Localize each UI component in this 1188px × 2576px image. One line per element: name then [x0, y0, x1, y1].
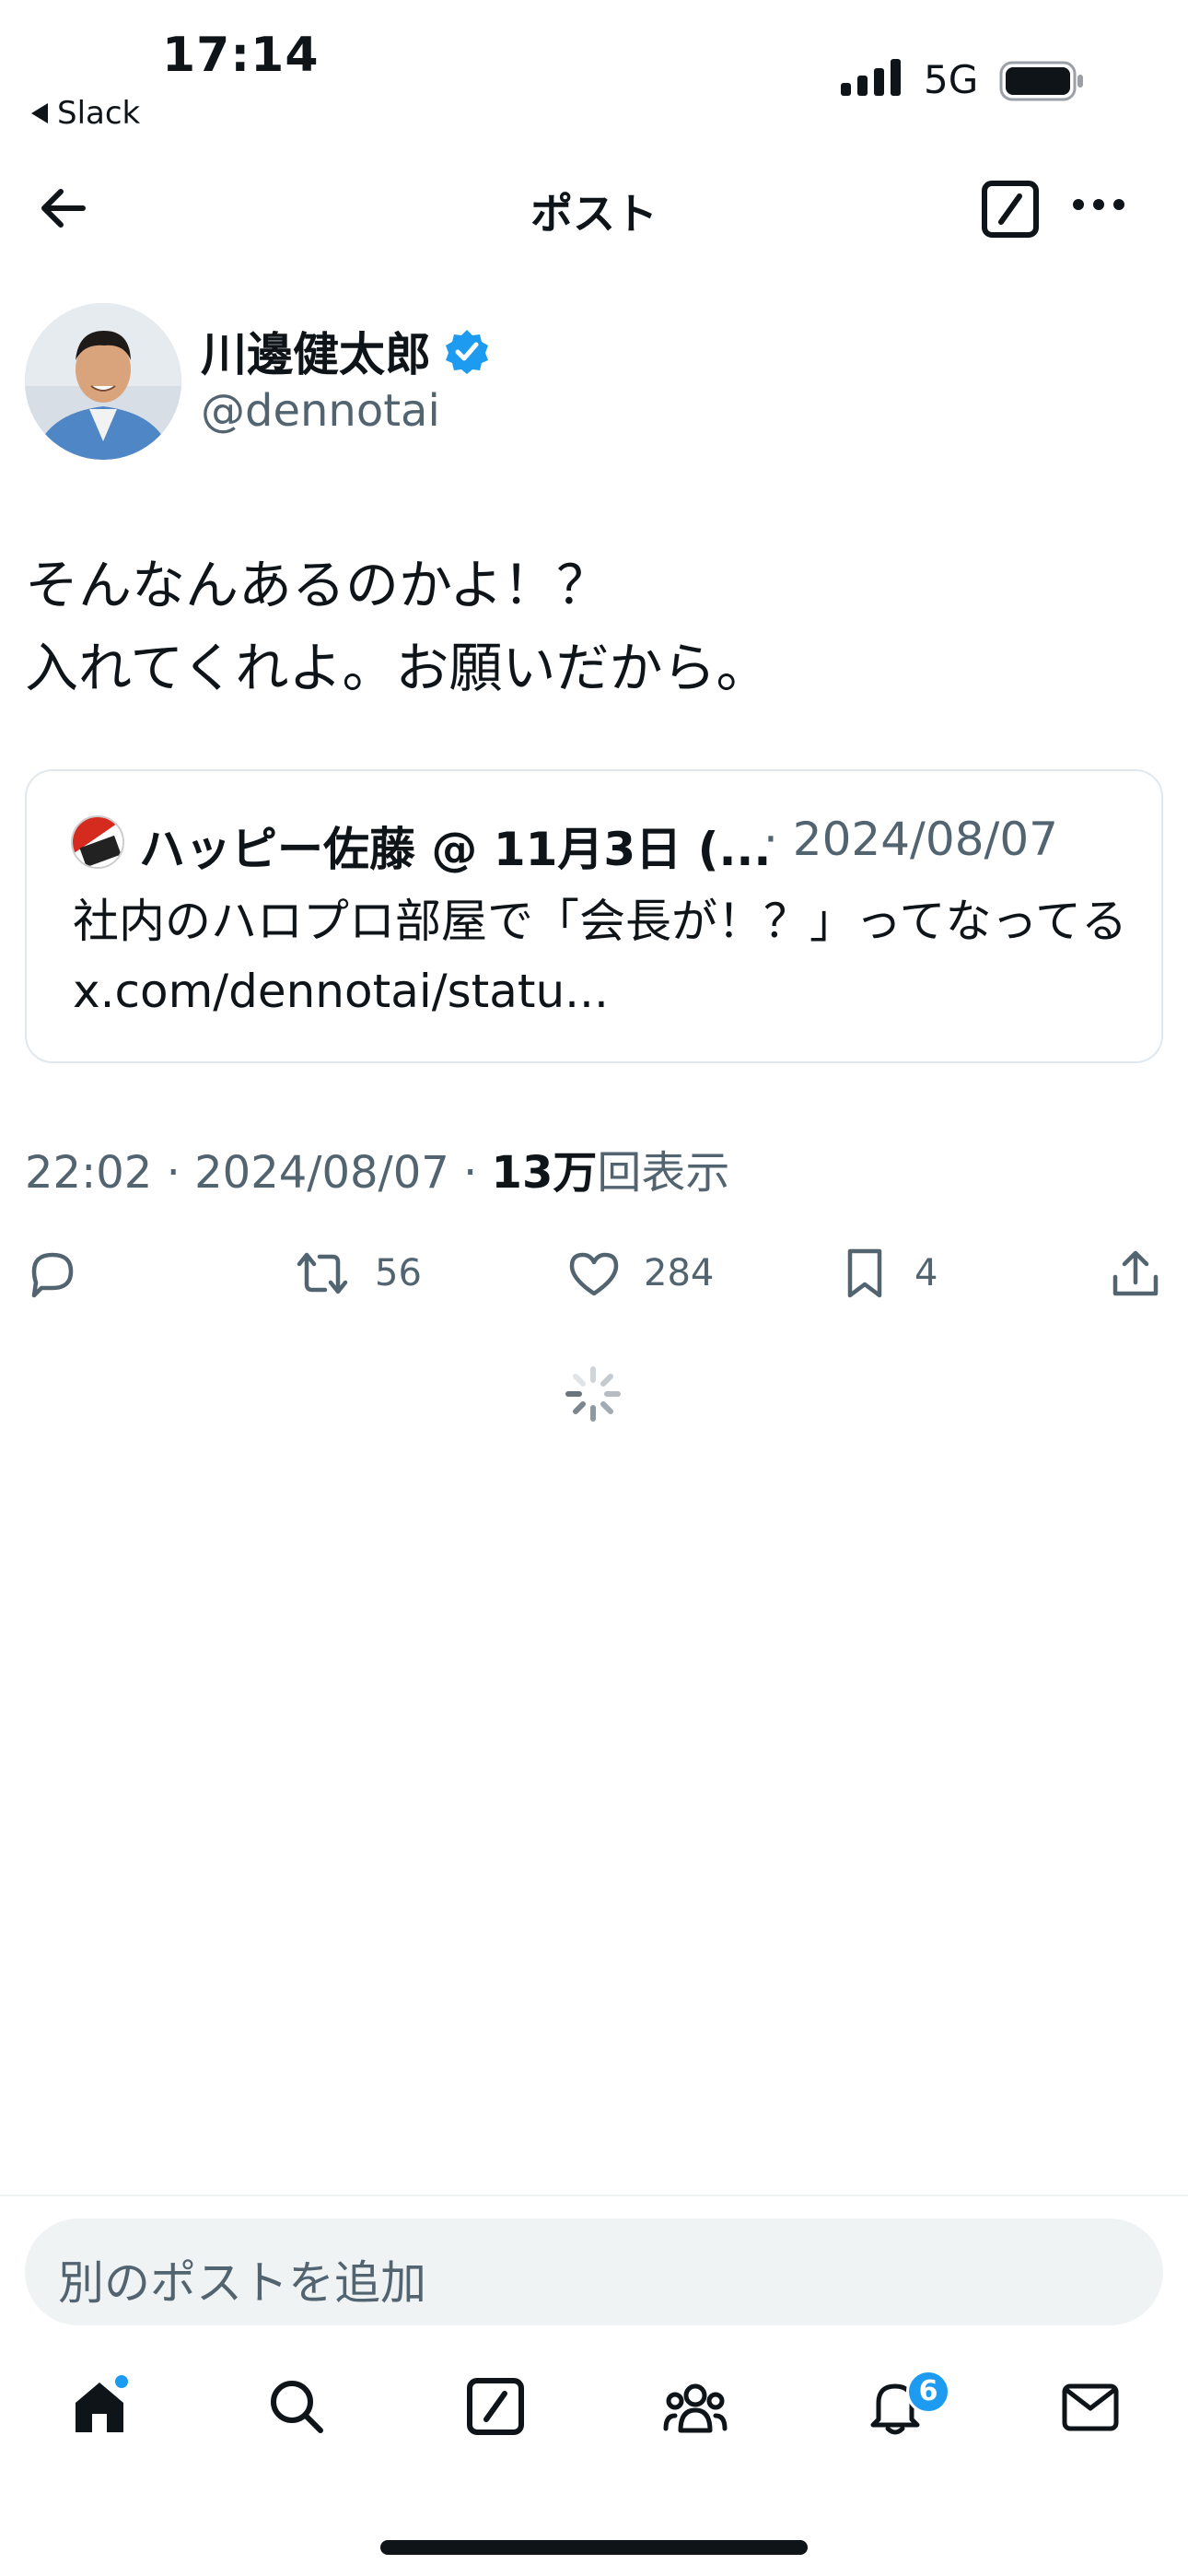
author-name: 川邊健太郎: [201, 328, 431, 381]
verified-icon: [446, 330, 488, 374]
signal-icon: [841, 59, 901, 96]
like-count: 284: [644, 1252, 715, 1294]
divider: [0, 2195, 1188, 2196]
reply-composer-input[interactable]: 別のポストを追加: [25, 2219, 1163, 2325]
quoted-text: 社内のハロプロ部屋で「会長が！？」ってなってる x.com/dennotai/s…: [73, 895, 1127, 1018]
more-icon: [1073, 199, 1124, 210]
battery-icon: [999, 61, 1084, 101]
messages-icon: [1062, 2383, 1119, 2431]
retweet-count: 56: [375, 1252, 422, 1294]
back-triangle-icon: [31, 103, 48, 123]
compose-icon: [982, 181, 1039, 238]
post-text: そんなんあるのかよ！？ 入れてくれよ。お願いだから。: [25, 544, 770, 709]
views-label: 回表示: [597, 1147, 730, 1199]
quoted-author: ハッピー佐藤 @ 11月3日 (...: [139, 823, 772, 876]
bookmark-icon: [847, 1248, 882, 1298]
home-indicator[interactable]: [380, 2540, 808, 2555]
tab-messages[interactable]: [1061, 2377, 1120, 2436]
communities-icon: [663, 2383, 728, 2433]
more-button[interactable]: [1071, 195, 1126, 214]
reply-button[interactable]: [25, 1246, 80, 1301]
search-icon: [271, 2381, 323, 2433]
composer-placeholder: 別のポストを追加: [58, 2256, 426, 2310]
share-icon: [1112, 1250, 1159, 1296]
notification-badge: 6: [906, 2370, 950, 2414]
bookmark-count: 4: [914, 1252, 938, 1294]
bookmark-button[interactable]: 4: [837, 1246, 938, 1301]
author-name-row[interactable]: 川邊健太郎: [201, 318, 490, 384]
status-time: 17:14: [162, 28, 320, 83]
retweet-button[interactable]: 56: [292, 1246, 422, 1301]
quoted-post-card[interactable]: ハッピー佐藤 @ 11月3日 (... · 2024/08/07 社内のハロプロ…: [25, 769, 1163, 1063]
tab-communities[interactable]: [662, 2377, 728, 2436]
share-button[interactable]: [1108, 1246, 1163, 1301]
loading-spinner-icon: [563, 1364, 623, 1424]
network-label: 5G: [924, 57, 979, 102]
retweet-icon: [297, 1252, 348, 1294]
grok-icon: [467, 2378, 524, 2435]
tab-grok[interactable]: [466, 2377, 525, 2436]
post-time: 22:02: [25, 1147, 153, 1199]
avatar[interactable]: [25, 303, 181, 460]
grok-button[interactable]: [981, 180, 1040, 239]
reply-icon: [31, 1252, 74, 1298]
like-icon: [569, 1252, 619, 1296]
author-handle[interactable]: @dennotai: [201, 385, 440, 437]
post-text-line: 入れてくれよ。お願いだから。: [25, 637, 770, 699]
like-button[interactable]: 284: [566, 1246, 714, 1301]
back-to-app-button[interactable]: Slack: [31, 95, 140, 132]
views-count: 13万: [491, 1147, 598, 1199]
quoted-author-avatar: [71, 815, 124, 869]
post-meta: 22:02 · 2024/08/07 · 13万回表示: [25, 1147, 730, 1199]
back-app-label: Slack: [57, 95, 141, 132]
home-unread-dot: [113, 2373, 130, 2390]
post-date: 2024/08/07: [194, 1147, 449, 1199]
tab-search[interactable]: [267, 2377, 326, 2436]
post-text-line: そんなんあるのかよ！？: [25, 554, 611, 616]
quoted-date: · 2024/08/07: [763, 813, 1058, 866]
